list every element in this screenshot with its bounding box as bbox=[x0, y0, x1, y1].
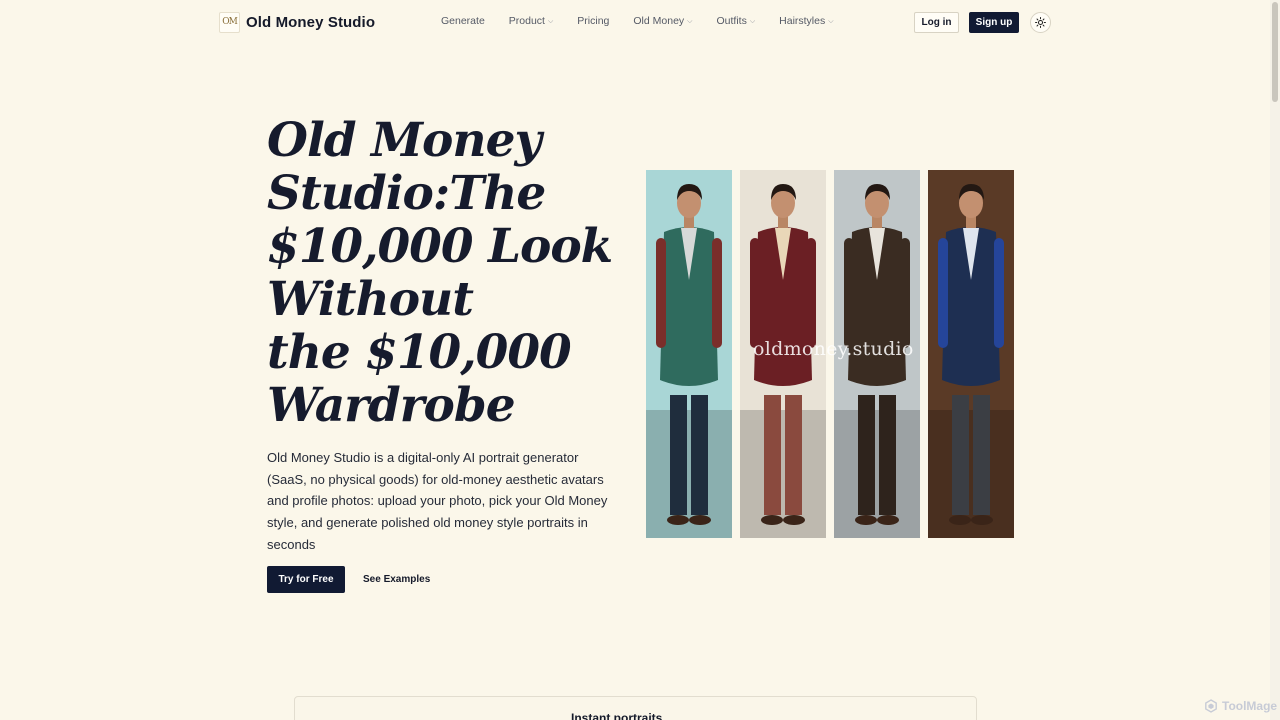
nav-outfits[interactable]: Outfits ⌵ bbox=[716, 15, 755, 27]
feature-card: Instant portraits bbox=[294, 696, 977, 720]
nav-product-label: Product bbox=[508, 15, 545, 27]
nav-old-money-label: Old Money bbox=[633, 15, 685, 27]
portrait-photo-1 bbox=[646, 170, 732, 538]
brand-logo: OM bbox=[219, 11, 240, 33]
hero-title-line: Without bbox=[267, 272, 474, 327]
hero-title-line: the $10,000 bbox=[267, 325, 572, 380]
hero-title-line: Old Money bbox=[267, 113, 542, 168]
green-shirt-portrait bbox=[646, 170, 732, 538]
theme-toggle-button[interactable] bbox=[1030, 12, 1051, 33]
page-scrollbar[interactable] bbox=[1270, 0, 1280, 720]
login-button[interactable]: Log in bbox=[914, 12, 959, 33]
chevron-down-icon: ⌵ bbox=[749, 18, 756, 25]
nav-generate[interactable]: Generate bbox=[441, 15, 485, 27]
hero-title-line: $10,000 Look bbox=[267, 219, 613, 274]
nav-pricing[interactable]: Pricing bbox=[577, 15, 609, 27]
toolmage-badge: ToolMage bbox=[1204, 699, 1277, 713]
nav-old-money[interactable]: Old Money ⌵ bbox=[633, 15, 692, 27]
main-nav: Generate Product ⌵ Pricing Old Money ⌵ O… bbox=[441, 15, 834, 27]
navy-overcoat-portrait bbox=[928, 170, 1014, 538]
hero-title: Old Money Studio:The $10,000 Look Withou… bbox=[267, 113, 613, 433]
brand-home-link[interactable]: OM Old Money Studio bbox=[219, 11, 375, 33]
hero-title-line: Studio:The bbox=[267, 166, 546, 221]
nav-hairstyles-label: Hairstyles bbox=[779, 15, 826, 27]
portrait-photo-4 bbox=[928, 170, 1015, 538]
toolmage-logo-icon bbox=[1205, 699, 1217, 713]
nav-hairstyles[interactable]: Hairstyles ⌵ bbox=[779, 15, 833, 27]
hero-description: Old Money Studio is a digital-only AI po… bbox=[267, 450, 608, 552]
nav-product[interactable]: Product ⌵ bbox=[509, 15, 554, 27]
try-for-free-button[interactable]: Try for Free bbox=[267, 566, 345, 593]
brand-name: Old Money Studio bbox=[246, 13, 376, 31]
portrait-gallery bbox=[646, 170, 1015, 538]
chevron-down-icon: ⌵ bbox=[547, 18, 554, 25]
scrollbar-thumb[interactable] bbox=[1272, 2, 1278, 102]
burgundy-suit-portrait bbox=[740, 170, 826, 538]
signup-button[interactable]: Sign up bbox=[969, 12, 1019, 33]
nav-generate-label: Generate bbox=[441, 15, 485, 27]
see-examples-button[interactable]: See Examples bbox=[363, 566, 430, 593]
toolmage-badge-text: ToolMage bbox=[1222, 699, 1278, 713]
brown-three-piece-portrait bbox=[834, 170, 920, 538]
portrait-photo-2 bbox=[740, 170, 826, 538]
hero-title-line: Wardrobe bbox=[267, 378, 516, 433]
nav-pricing-label: Pricing bbox=[577, 15, 610, 27]
site-header: OM Old Money Studio Generate Product ⌵ P… bbox=[0, 0, 1270, 45]
nav-outfits-label: Outfits bbox=[716, 15, 747, 27]
portrait-photo-3 bbox=[834, 170, 920, 538]
feature-card-title: Instant portraits bbox=[571, 711, 663, 720]
sun-icon bbox=[1035, 17, 1046, 28]
chevron-down-icon: ⌵ bbox=[828, 18, 834, 25]
chevron-down-icon: ⌵ bbox=[687, 18, 693, 25]
